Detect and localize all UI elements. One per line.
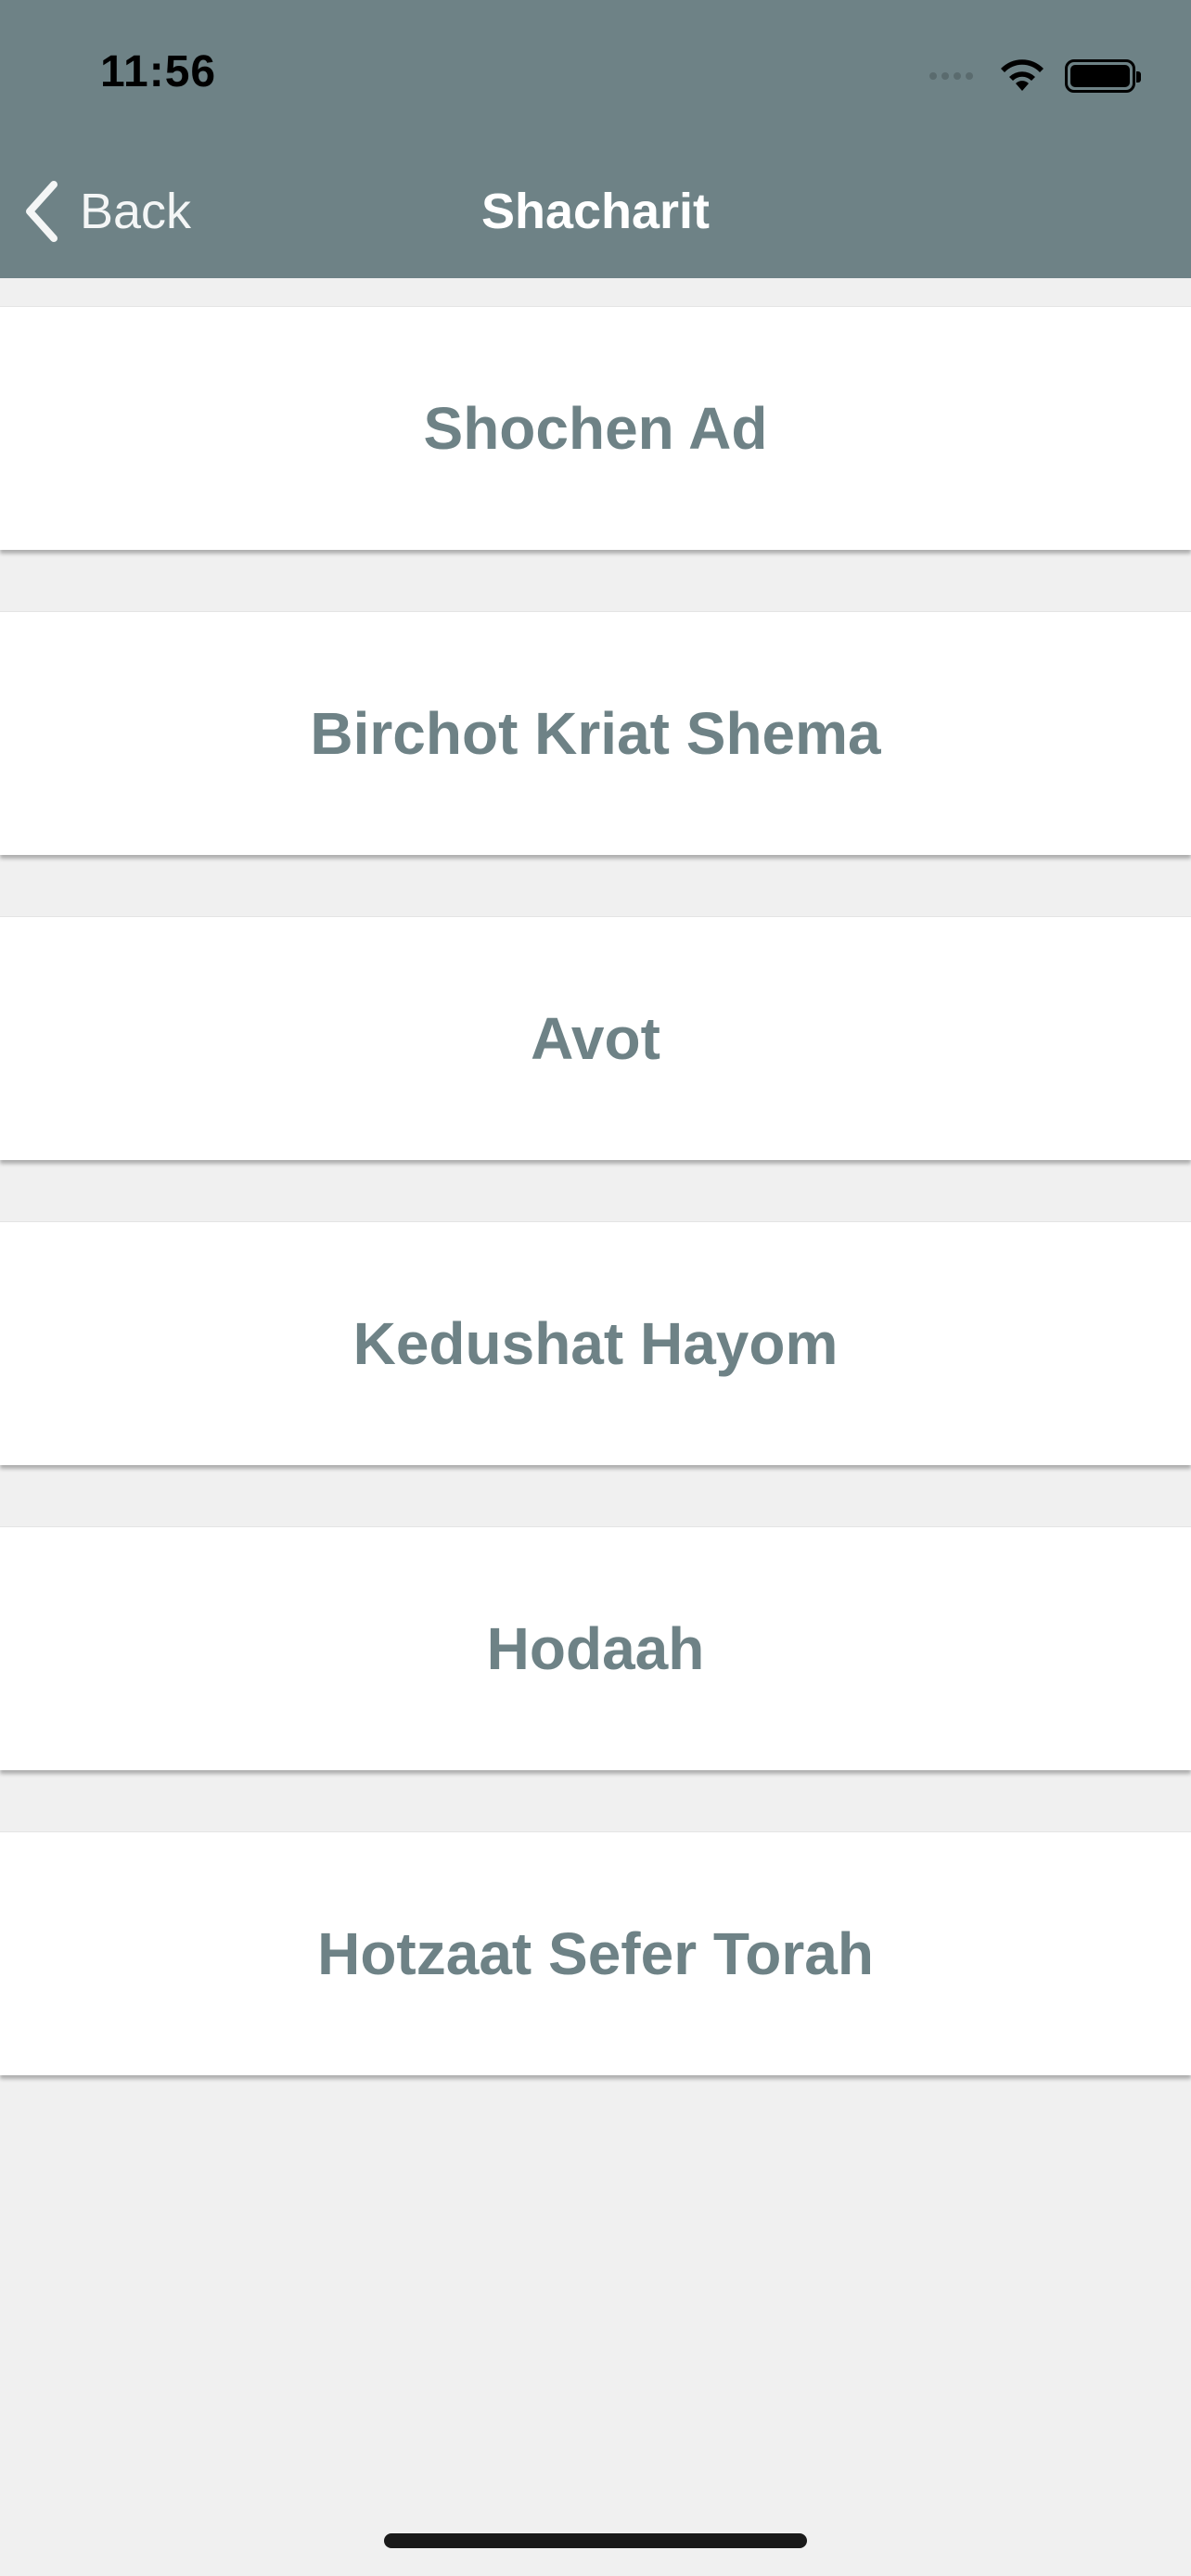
navigation-header: 11:56 Back Shacharit bbox=[0, 0, 1191, 278]
status-time: 11:56 bbox=[100, 47, 217, 96]
prayer-section-list: Shochen Ad Birchot Kriat Shema Avot Kedu… bbox=[0, 306, 1191, 2136]
list-item-label: Birchot Kriat Shema bbox=[310, 700, 881, 767]
list-item-hodaah[interactable]: Hodaah bbox=[0, 1526, 1191, 1770]
list-item-shochen-ad[interactable]: Shochen Ad bbox=[0, 306, 1191, 550]
wifi-icon bbox=[1001, 59, 1044, 91]
list-item-label: Hodaah bbox=[486, 1615, 705, 1682]
list-item-label: Avot bbox=[531, 1005, 660, 1072]
list-item-label: Kedushat Hayom bbox=[352, 1310, 839, 1377]
cellular-signal-icon bbox=[929, 72, 978, 80]
list-item-hotzaat-sefer-torah[interactable]: Hotzaat Sefer Torah bbox=[0, 1831, 1191, 2075]
list-item-kedushat-hayom[interactable]: Kedushat Hayom bbox=[0, 1221, 1191, 1465]
battery-icon bbox=[1065, 59, 1141, 93]
back-label: Back bbox=[80, 184, 192, 239]
list-item-avot[interactable]: Avot bbox=[0, 916, 1191, 1160]
list-item-label: Hotzaat Sefer Torah bbox=[317, 1920, 874, 1987]
home-indicator[interactable] bbox=[384, 2533, 807, 2548]
list-item-label: Shochen Ad bbox=[423, 395, 768, 462]
status-icons bbox=[929, 57, 1141, 95]
list-item-birchot-kriat-shema[interactable]: Birchot Kriat Shema bbox=[0, 611, 1191, 855]
chevron-left-icon bbox=[26, 181, 58, 242]
back-button[interactable]: Back bbox=[22, 176, 191, 247]
